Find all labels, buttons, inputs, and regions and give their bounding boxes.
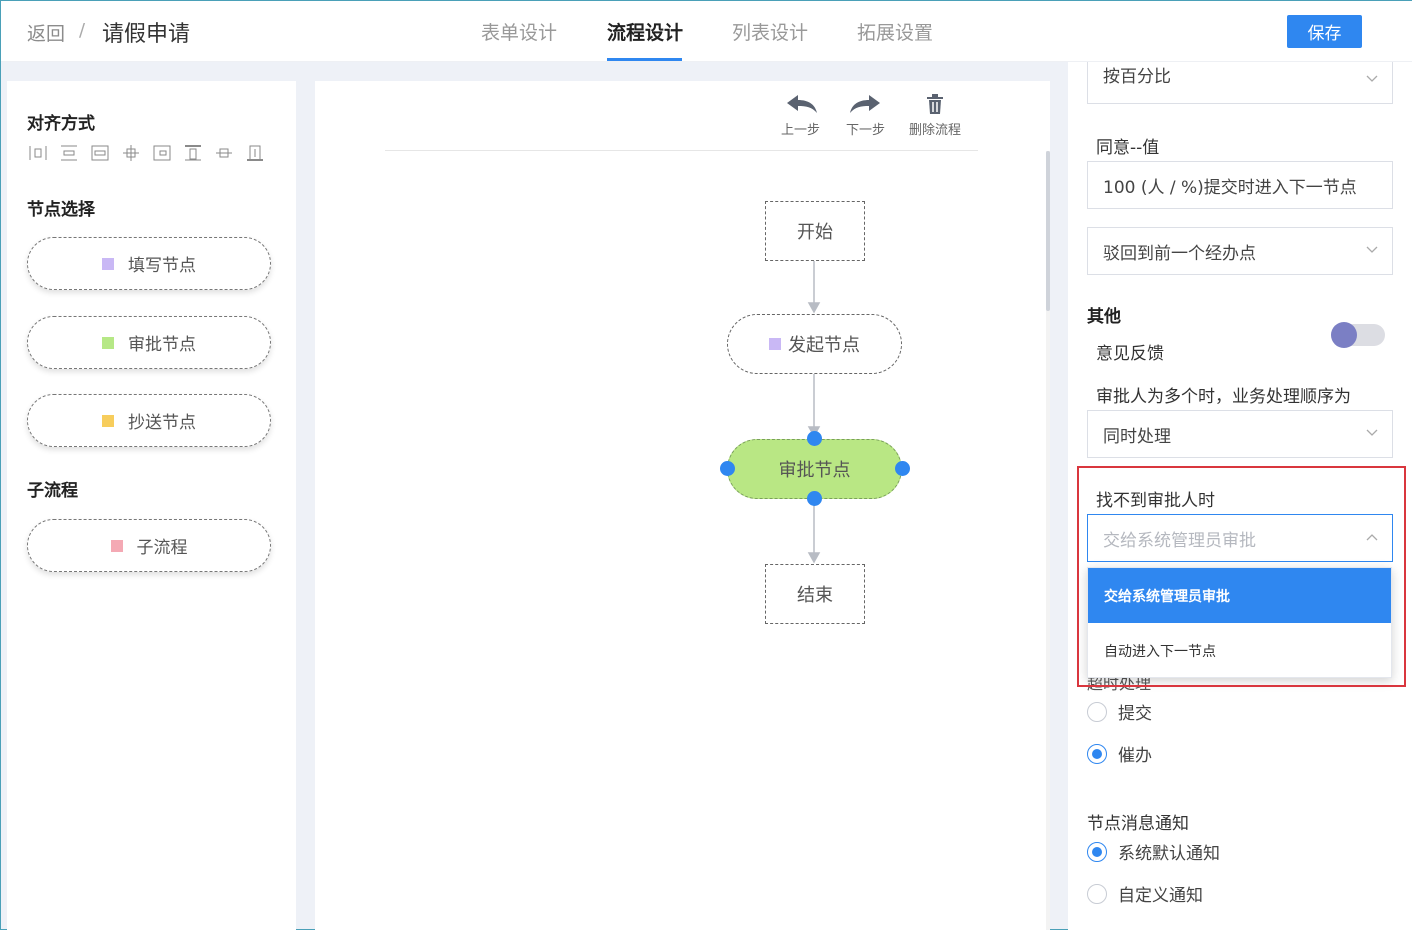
align-bottom-icon[interactable] bbox=[213, 143, 234, 162]
flow-end-node[interactable]: 结束 bbox=[765, 564, 865, 624]
subflow-marker-icon bbox=[110, 539, 123, 552]
reject-target-select[interactable]: 驳回到前一个经办点 bbox=[1087, 227, 1393, 275]
chevron-down-icon bbox=[1366, 246, 1378, 253]
flow-connectors bbox=[807, 261, 821, 564]
subflow-section-title: 子流程 bbox=[27, 481, 78, 501]
timeout-option-urge[interactable]: 催办 bbox=[1087, 741, 1152, 766]
radio-button[interactable] bbox=[1087, 883, 1107, 904]
cc-node-marker-icon bbox=[102, 414, 114, 427]
notify-option-custom[interactable]: 自定义通知 bbox=[1087, 881, 1203, 906]
palette-fill-node[interactable]: 填写节点 bbox=[27, 237, 271, 290]
dropdown-option-admin-approve[interactable]: 交给系统管理员审批 bbox=[1088, 568, 1391, 623]
percent-mode-select[interactable]: 按百分比 bbox=[1087, 62, 1393, 104]
fill-node-marker-icon bbox=[102, 257, 114, 270]
palette-cc-node[interactable]: 抄送节点 bbox=[27, 394, 271, 447]
page-title: 请假申请 bbox=[102, 22, 191, 47]
radio-button[interactable] bbox=[1087, 841, 1107, 862]
palette-approve-node[interactable]: 审批节点 bbox=[27, 316, 271, 369]
radio-button[interactable] bbox=[1087, 743, 1107, 764]
properties-panel: 按百分比 同意--值 100 (人 / %)提交时进入下一节点 驳回到前一个经办… bbox=[1068, 62, 1412, 930]
multi-approver-label: 审批人为多个时，业务处理顺序为 bbox=[1096, 387, 1351, 407]
timeout-option-submit[interactable]: 提交 bbox=[1087, 699, 1152, 724]
node-palette: 对齐方式 节点选择 填写节点 审批节点 抄送节点 子流程 子流程 bbox=[7, 81, 296, 930]
toggle-knob bbox=[1331, 322, 1357, 348]
active-tab-indicator bbox=[607, 58, 682, 61]
flow-start-node[interactable]: 开始 bbox=[765, 201, 865, 261]
approve-node-marker-icon bbox=[102, 336, 114, 349]
no-approver-select[interactable]: 交给系统管理员审批 bbox=[1087, 514, 1393, 562]
connect-handle-bottom[interactable] bbox=[807, 491, 822, 506]
top-header: 返回 / 请假申请 表单设计 流程设计 列表设计 拓展设置 保存 bbox=[1, 1, 1412, 62]
align-right-icon[interactable] bbox=[89, 143, 110, 162]
align-middle-icon[interactable] bbox=[182, 143, 203, 162]
align-top-icon[interactable] bbox=[151, 143, 172, 162]
align-center-horizontal-icon[interactable] bbox=[58, 143, 79, 162]
agree-value-label: 同意--值 bbox=[1096, 138, 1160, 158]
tab-extend-settings[interactable]: 拓展设置 bbox=[857, 18, 933, 45]
flow-canvas[interactable]: 上一步 下一步 删除流程 开始 发起节点 审批节点 结束 bbox=[315, 81, 1050, 930]
connect-handle-right[interactable] bbox=[895, 461, 910, 476]
chevron-down-icon bbox=[1366, 429, 1378, 436]
feedback-label: 意见反馈 bbox=[1096, 344, 1164, 364]
flow-initiate-node[interactable]: 发起节点 bbox=[727, 314, 902, 374]
agree-value-input[interactable]: 100 (人 / %)提交时进入下一节点 bbox=[1087, 161, 1393, 209]
distribute-horizontal-icon[interactable] bbox=[120, 143, 141, 162]
back-link[interactable]: 返回 bbox=[27, 19, 65, 46]
connect-handle-left[interactable] bbox=[720, 461, 735, 476]
no-approver-dropdown: 交给系统管理员审批 自动进入下一节点 bbox=[1087, 567, 1392, 678]
initiate-node-marker-icon bbox=[769, 338, 781, 350]
tab-form-design[interactable]: 表单设计 bbox=[481, 18, 557, 45]
palette-node-label: 审批节点 bbox=[128, 335, 196, 355]
other-section-title: 其他 bbox=[1087, 307, 1121, 327]
palette-node-label: 填写节点 bbox=[128, 256, 196, 276]
align-toolbar bbox=[27, 143, 265, 162]
radio-button[interactable] bbox=[1087, 701, 1107, 722]
dropdown-option-auto-next[interactable]: 自动进入下一节点 bbox=[1088, 623, 1391, 678]
palette-subflow-node[interactable]: 子流程 bbox=[27, 519, 271, 572]
palette-node-label: 子流程 bbox=[136, 538, 188, 558]
multi-approver-order-select[interactable]: 同时处理 bbox=[1087, 410, 1393, 458]
tab-flow-design[interactable]: 流程设计 bbox=[607, 18, 683, 45]
notify-section-title: 节点消息通知 bbox=[1087, 814, 1189, 834]
breadcrumb-separator: / bbox=[79, 20, 86, 41]
node-section-title: 节点选择 bbox=[27, 200, 95, 220]
chevron-up-icon bbox=[1366, 534, 1378, 541]
distribute-vertical-icon[interactable] bbox=[244, 143, 265, 162]
save-button[interactable]: 保存 bbox=[1287, 15, 1362, 48]
align-section-title: 对齐方式 bbox=[27, 114, 95, 134]
align-left-icon[interactable] bbox=[27, 143, 48, 162]
connect-handle-top[interactable] bbox=[807, 431, 822, 446]
flow-approve-node-selected[interactable]: 审批节点 bbox=[727, 439, 902, 499]
chevron-down-icon bbox=[1366, 75, 1378, 82]
palette-node-label: 抄送节点 bbox=[128, 413, 196, 433]
no-approver-label: 找不到审批人时 bbox=[1096, 491, 1215, 511]
notify-option-default[interactable]: 系统默认通知 bbox=[1087, 839, 1220, 864]
tab-list-design[interactable]: 列表设计 bbox=[732, 18, 808, 45]
feedback-toggle[interactable] bbox=[1331, 322, 1385, 348]
